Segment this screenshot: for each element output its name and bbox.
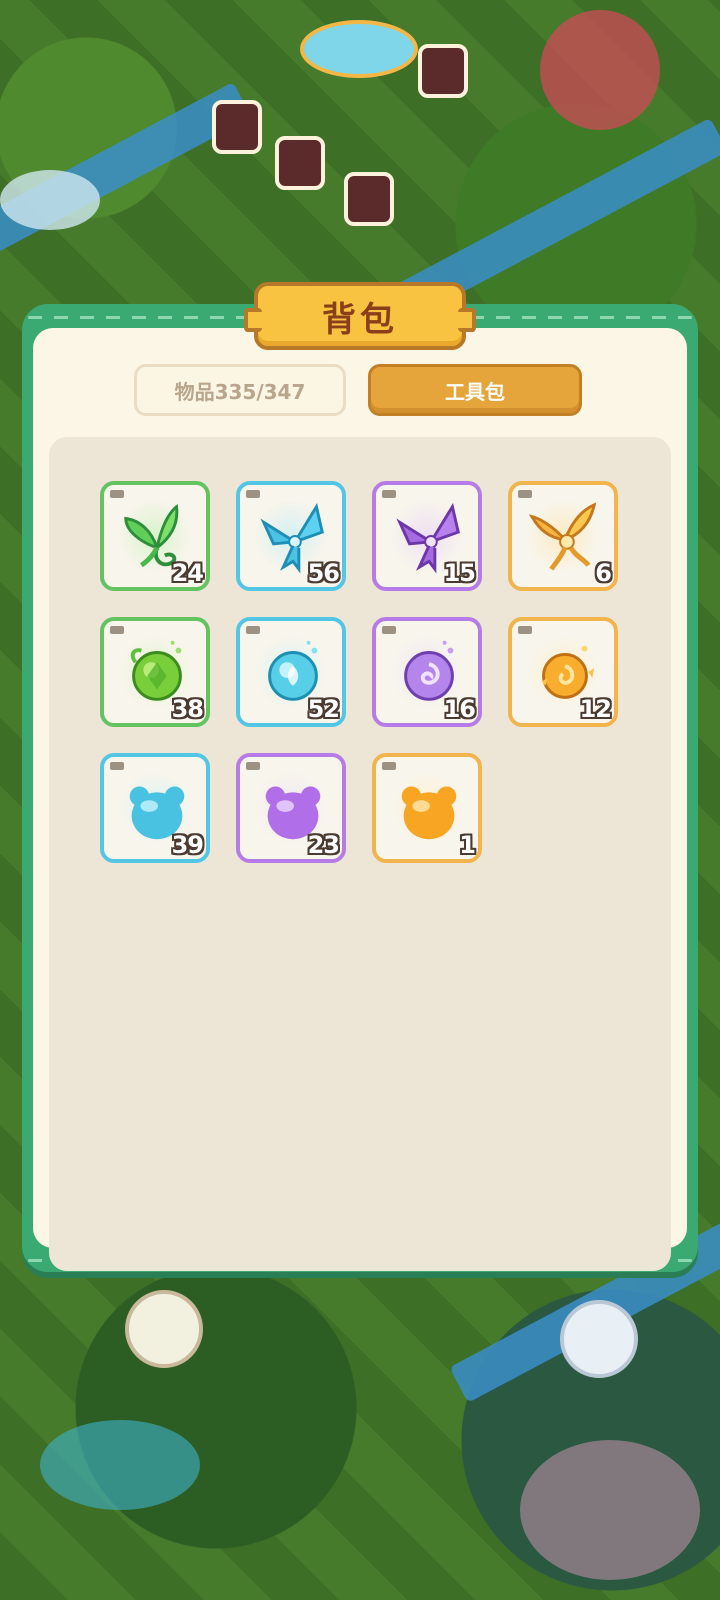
toolkit-slot[interactable]: 6 [508, 481, 618, 591]
item-count: 1 [459, 831, 476, 859]
item-count: 52 [307, 695, 340, 723]
item-count: 39 [171, 831, 204, 859]
backpack-title-plate: 背包 [244, 282, 476, 350]
item-count: 6 [595, 559, 612, 587]
tab-items[interactable]: 物品335/347 [134, 364, 346, 416]
item-count: 12 [579, 695, 612, 723]
toolkit-slot[interactable]: 15 [372, 481, 482, 591]
toolkit-slot[interactable]: 12 [508, 617, 618, 727]
page-title: 背包 [322, 299, 398, 340]
tab-toolkit[interactable]: 工具包 [368, 364, 582, 416]
toolkit-slot[interactable]: 39 [100, 753, 210, 863]
item-count: 56 [307, 559, 340, 587]
orange-jelly-bear-icon [401, 786, 457, 840]
item-count: 16 [443, 695, 476, 723]
toolkit-slot[interactable]: 56 [236, 481, 346, 591]
toolkit-slot[interactable]: 24 [100, 481, 210, 591]
item-count: 15 [443, 559, 476, 587]
toolkit-slot[interactable]: 1 [372, 753, 482, 863]
item-count: 23 [307, 831, 340, 859]
golden-wing-tool-icon [528, 502, 597, 571]
item-count: 38 [171, 695, 204, 723]
toolkit-slot[interactable]: 52 [236, 617, 346, 727]
item-count: 24 [171, 559, 204, 587]
toolkit-slot[interactable]: 23 [236, 753, 346, 863]
toolkit-slot[interactable]: 16 [372, 617, 482, 727]
toolkit-slot[interactable]: 38 [100, 617, 210, 727]
